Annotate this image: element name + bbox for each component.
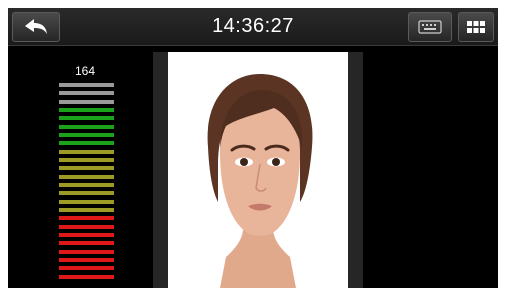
meter-segment: [59, 216, 114, 221]
meter-segment: [59, 266, 114, 271]
meter-segment: [59, 199, 114, 204]
meter-segment: [59, 274, 114, 279]
meter-segment: [59, 166, 114, 171]
meter-segment: [59, 224, 114, 229]
meter-segment: [59, 233, 114, 237]
meter-segment: [59, 116, 114, 121]
meter-segment: [59, 258, 114, 262]
meter-segment: [59, 241, 114, 246]
device-screen: 14:36:27 164: [8, 8, 498, 288]
clock-time: 14:36:27: [212, 15, 294, 37]
meter-segment: [59, 158, 114, 162]
meter-segment: [59, 208, 114, 212]
meter-segment: [59, 191, 114, 196]
face-image: [168, 52, 348, 288]
top-bar: 14:36:27: [8, 8, 498, 46]
meter-segment: [59, 108, 114, 112]
meter-segment: [59, 133, 114, 137]
meter-segment: [59, 83, 114, 87]
meter-segment: [59, 183, 114, 187]
keyboard-icon: [418, 20, 442, 34]
meter-segment: [59, 91, 114, 96]
meter-segment: [59, 149, 114, 154]
quality-value: 164: [74, 64, 96, 78]
quality-panel: 164: [8, 46, 148, 288]
meter-segment: [59, 174, 114, 179]
quality-meter: [59, 83, 114, 283]
meter-segment: [59, 249, 114, 254]
back-button[interactable]: [12, 12, 60, 42]
menu-button[interactable]: [458, 12, 494, 42]
back-arrow-icon: [25, 19, 47, 34]
meter-segment: [59, 141, 114, 146]
camera-preview: [168, 52, 348, 288]
meter-segment: [59, 99, 114, 104]
meter-segment: [59, 124, 114, 129]
grid-menu-icon: [467, 21, 485, 33]
keyboard-button[interactable]: [408, 12, 452, 42]
